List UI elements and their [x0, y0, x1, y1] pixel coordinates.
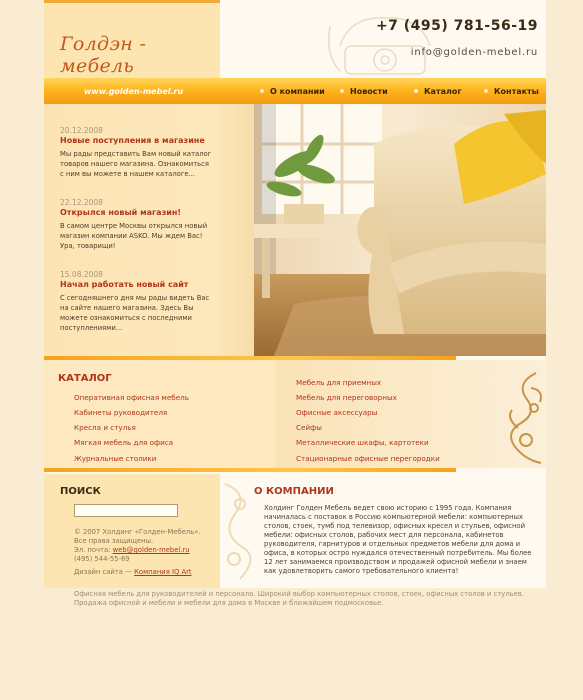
catalog-link[interactable]: Кресла и стулья — [74, 423, 136, 432]
catalog-link[interactable]: Мебель для переговорных — [296, 393, 397, 402]
footer-phone: (495) 544-55-69 — [74, 555, 130, 563]
rights: Все права защищены. — [74, 537, 154, 545]
footer-email-link[interactable]: web@golden-mebel.ru — [113, 546, 190, 554]
design-credit: Дизайн сайта — Компания IQ Art — [74, 568, 192, 576]
footer-info: © 2007 Холдинг «Голден-Мебель». Все прав… — [74, 528, 201, 564]
header-email[interactable]: info@golden-mebel.ru — [411, 47, 538, 58]
catalog-section: КАТАЛОГ Оперативная офисная мебель Кабин… — [44, 360, 546, 468]
news-title-link[interactable]: Новые поступления в магазине — [60, 136, 212, 145]
catalog-link[interactable]: Стационарные офисные перегородки — [296, 454, 440, 463]
bottom-description: Офисная мебель для руководителей и персо… — [74, 590, 524, 607]
catalog-title: КАТАЛОГ — [58, 373, 112, 384]
news-item: 20.12.2008 Новые поступления в магазине … — [60, 126, 212, 179]
news-date: 20.12.2008 — [60, 126, 103, 135]
logo-area: Голдэн - мебель — [44, 0, 220, 78]
news-item: 15.08.2008 Начал работать новый сайт С с… — [60, 270, 212, 333]
divider — [44, 468, 456, 472]
catalog-link[interactable]: Сейфы — [296, 423, 322, 432]
catalog-link[interactable]: Мягкая мебель для офиса — [74, 438, 173, 447]
news-date: 22.12.2008 — [60, 198, 103, 207]
catalog-link[interactable]: Мебель для приемных — [296, 378, 381, 387]
catalog-link[interactable]: Металлические шкафы, картотеки — [296, 438, 429, 447]
nav-item-contacts[interactable]: Контакты — [484, 87, 539, 96]
bullet-icon — [484, 89, 488, 93]
news-title-link[interactable]: Начал работать новый сайт — [60, 280, 212, 289]
footer-email-row: Эл. почта: web@golden-mebel.ru — [74, 546, 201, 555]
design-label: Дизайн сайта — — [74, 568, 132, 576]
catalog-link[interactable]: Оперативная офисная мебель — [74, 393, 189, 402]
catalog-link[interactable]: Кабинеты руководителя — [74, 408, 167, 417]
about-section: О КОМПАНИИ Холдинг Голден Мебель ведет с… — [220, 474, 546, 588]
copyright: © 2007 Холдинг «Голден-Мебель». — [74, 528, 201, 536]
news-column: 20.12.2008 Новые поступления в магазине … — [44, 104, 254, 356]
site-logo[interactable]: Голдэн - мебель — [60, 33, 220, 77]
telephone-illustration — [328, 17, 431, 75]
nav-item-news[interactable]: Новости — [340, 87, 388, 96]
search-title: ПОИСК — [60, 486, 101, 497]
catalog-link[interactable]: Офисные аксессуары — [296, 408, 377, 417]
bullet-icon — [340, 89, 344, 93]
news-text: С сегодняшнего дня мы рады видеть Вас на… — [60, 294, 210, 332]
bullet-icon — [260, 89, 264, 93]
news-text: Мы рады представить Вам новый каталог то… — [60, 150, 212, 178]
nav-site-url: www.golden-mebel.ru — [84, 87, 184, 96]
catalog-link[interactable]: Журнальные столики — [74, 454, 156, 463]
search-input[interactable] — [74, 504, 178, 517]
sofa-photo — [254, 104, 546, 356]
phone-number: +7 (495) 781-56-19 — [375, 18, 538, 34]
email-label: Эл. почта: — [74, 546, 111, 554]
nav-item-catalog[interactable]: Каталог — [414, 87, 462, 96]
page: Голдэн - мебель +7 (495) 781-56-19 info@… — [44, 0, 546, 588]
bullet-icon — [414, 89, 418, 93]
header-contacts: +7 (495) 781-56-19 info@golden-mebel.ru — [220, 0, 546, 78]
news-text: В самом центре Москвы открылся новый маг… — [60, 222, 208, 250]
ornament-icon — [509, 372, 542, 464]
about-title: О КОМПАНИИ — [254, 486, 334, 497]
about-text: Холдинг Голден Мебель ведет свою историю… — [264, 504, 532, 575]
news-item: 22.12.2008 Открылся новый магазин! В сам… — [60, 198, 212, 251]
news-date: 15.08.2008 — [60, 270, 103, 279]
design-link[interactable]: Компания IQ Art — [134, 568, 191, 576]
search-section: ПОИСК © 2007 Холдинг «Голден-Мебель». Вс… — [44, 474, 220, 588]
nav-item-about[interactable]: О компании — [260, 87, 325, 96]
news-title-link[interactable]: Открылся новый магазин! — [60, 208, 212, 217]
main-nav: www.golden-mebel.ru О компании Новости К… — [44, 78, 546, 104]
